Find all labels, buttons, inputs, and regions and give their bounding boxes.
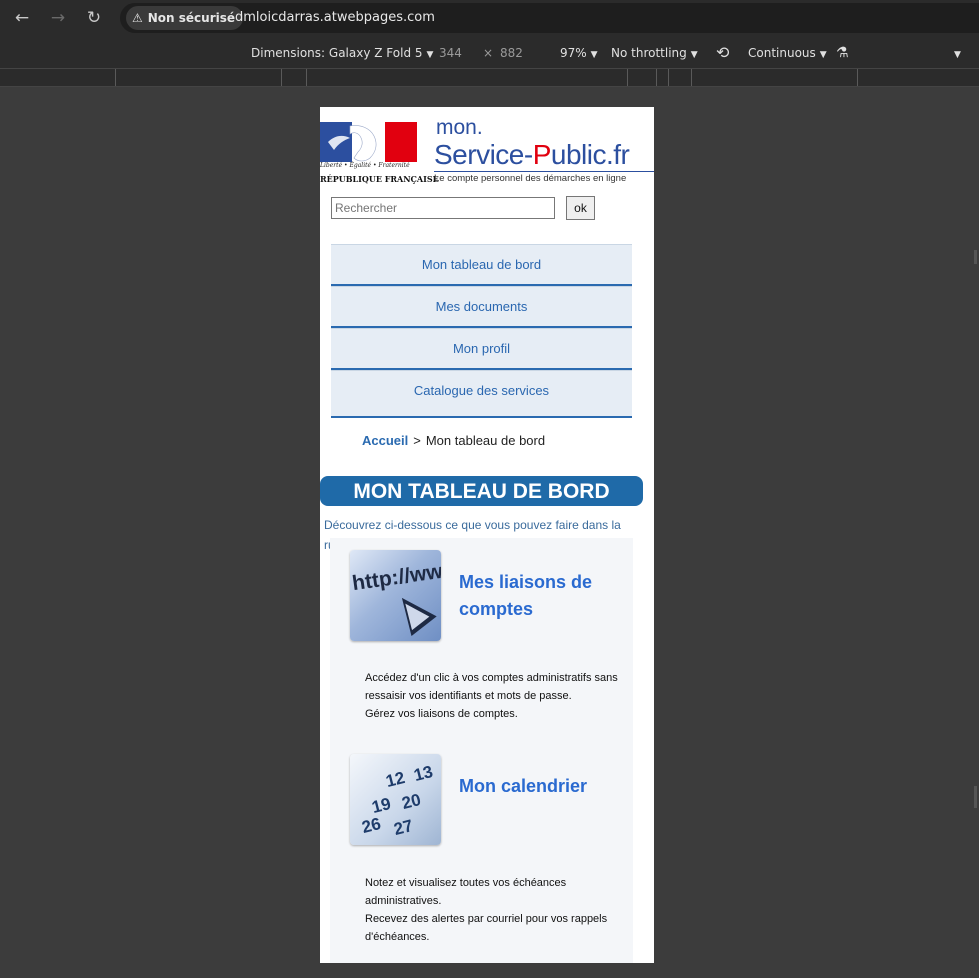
page-viewport: Liberté • Égalité • Fraternité RÉPUBLIQU…: [320, 107, 654, 963]
dropdown-caret-icon: ▼: [426, 50, 434, 60]
times-sign: ×: [483, 46, 494, 60]
republic-name: RÉPUBLIQUE FRANÇAISE: [320, 174, 439, 184]
brand-name: Service-Public.fr: [434, 139, 630, 170]
url-text[interactable]: dmloicdarras.atwebpages.com: [235, 3, 435, 33]
marianne-flag-icon: [320, 122, 417, 162]
mode-label: Continuous: [748, 46, 816, 60]
menu-item-mes-documents[interactable]: Mes documents: [331, 286, 632, 328]
card-description-calendrier: Notez et visualisez toutes vos échéances…: [365, 877, 608, 943]
throttling-label: No throttling: [611, 46, 687, 60]
brand-tagline: Le compte personnel des démarches en lig…: [434, 173, 627, 184]
resize-handle[interactable]: [974, 786, 977, 808]
zoom-label: 97%: [560, 46, 587, 60]
forward-arrow-icon[interactable]: →: [46, 6, 70, 30]
republic-motto: Liberté • Égalité • Fraternité: [320, 162, 410, 169]
card-description-liaisons: Accédez d'un clic à vos comptes administ…: [365, 672, 618, 720]
dimensions-select[interactable]: Dimensions: Galaxy Z Fold 5 ▼: [251, 38, 433, 70]
main-menu: Mon tableau de bord Mes documents Mon pr…: [331, 244, 632, 418]
dropdown-caret-icon: ▼: [590, 50, 598, 60]
search-input[interactable]: [331, 197, 555, 219]
menu-item-catalogue[interactable]: Catalogue des services: [331, 370, 632, 418]
security-chip[interactable]: ⚠ Non sécurisé: [126, 6, 244, 30]
page-title: MON TABLEAU DE BORD: [320, 476, 643, 506]
more-options-caret-icon[interactable]: ▼: [950, 38, 961, 70]
calendar-icon[interactable]: 12 13 19 20 26 27: [350, 754, 441, 845]
warning-icon: ⚠: [132, 11, 143, 25]
throttling-select[interactable]: No throttling ▼: [611, 38, 698, 70]
breadcrumb-home-link[interactable]: Accueil: [362, 433, 408, 448]
brand-underline: [434, 171, 654, 172]
security-label: Non sécurisé: [147, 11, 236, 25]
device-toolbar: Dimensions: Galaxy Z Fold 5 ▼ 344 × 882 9…: [0, 38, 979, 68]
resize-handle[interactable]: [974, 250, 977, 264]
dimensions-label: Dimensions: Galaxy Z Fold 5: [251, 46, 423, 60]
browser-toolbar: ← → ↻ ⚠ Non sécurisé dmloicdarras.atwebpa…: [0, 0, 979, 38]
dropdown-caret-icon: ▼: [690, 50, 698, 60]
media-query-ruler: [0, 68, 979, 87]
rotate-icon[interactable]: ⟲: [716, 38, 729, 68]
republique-francaise-logo[interactable]: Liberté • Égalité • Fraternité RÉPUBLIQU…: [320, 122, 439, 186]
breadcrumb: Accueil > Mon tableau de bord: [362, 433, 545, 448]
menu-item-tableau-de-bord[interactable]: Mon tableau de bord: [331, 244, 632, 286]
zoom-select[interactable]: 97% ▼: [560, 38, 598, 70]
search-ok-button[interactable]: ok: [566, 196, 595, 220]
link-cursor-icon[interactable]: http://ww: [350, 550, 441, 641]
services-panel: http://ww Mes liaisons de comptes Accéde…: [330, 538, 633, 963]
card-title-calendrier[interactable]: Mon calendrier: [459, 773, 619, 800]
breadcrumb-separator: >: [413, 433, 421, 448]
breadcrumb-current: Mon tableau de bord: [425, 433, 546, 448]
card-title-liaisons[interactable]: Mes liaisons de comptes: [459, 569, 619, 623]
back-arrow-icon[interactable]: ←: [10, 6, 34, 30]
brand-mon: mon.: [436, 116, 483, 139]
height-input[interactable]: 882: [500, 38, 523, 68]
mode-select[interactable]: Continuous ▼: [748, 38, 827, 70]
address-bar[interactable]: ⚠ Non sécurisé dmloicdarras.atwebpages.co…: [120, 3, 979, 33]
reload-icon[interactable]: ↻: [82, 6, 106, 30]
dropdown-caret-icon: ▼: [819, 50, 827, 60]
width-input[interactable]: 344: [439, 38, 462, 68]
flask-icon[interactable]: ⚗: [836, 38, 849, 68]
menu-item-mon-profil[interactable]: Mon profil: [331, 328, 632, 370]
